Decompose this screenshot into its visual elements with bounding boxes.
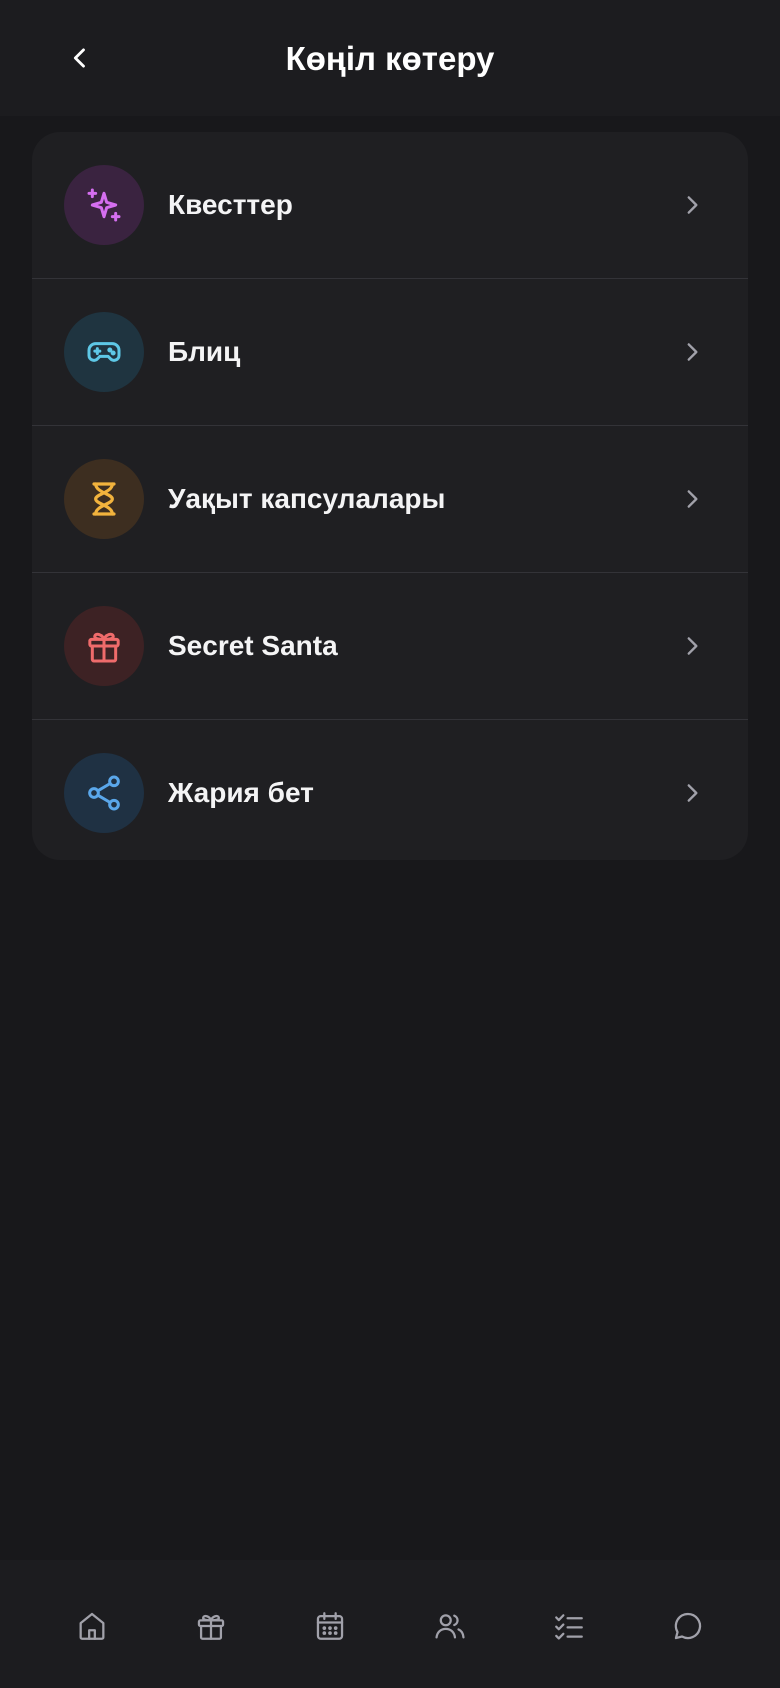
users-icon (435, 1614, 465, 1639)
chat-icon (675, 1612, 702, 1640)
chevron-right-icon (676, 483, 708, 515)
menu-item-time-capsules[interactable]: Уақыт капсулалары (32, 425, 748, 572)
bottom-tab-bar (0, 1560, 780, 1688)
tab-calendar[interactable] (298, 1594, 362, 1658)
calendar-icon (317, 1612, 344, 1640)
sparkles-icon (87, 188, 121, 222)
menu-item-label: Квесттер (168, 189, 293, 220)
icon-badge (64, 459, 144, 539)
screen: Көңіл көтеру Квесттер Блиц Уақыт капсула… (0, 0, 780, 1688)
menu-card: Квесттер Блиц Уақыт капсулалары Secret S… (32, 132, 748, 860)
icon-badge (64, 753, 144, 833)
tab-people[interactable] (418, 1594, 482, 1658)
chevron-right-icon (676, 336, 708, 368)
share-icon (88, 775, 120, 811)
menu-item-label: Жария бет (168, 777, 314, 808)
menu-item-public-page[interactable]: Жария бет (32, 719, 748, 860)
menu-item-label: Уақыт капсулалары (168, 483, 446, 514)
top-bar: Көңіл көтеру (0, 0, 780, 116)
tab-home[interactable] (60, 1594, 124, 1658)
menu-item-blitz[interactable]: Блиц (32, 278, 748, 425)
icon-badge (64, 312, 144, 392)
menu-item-label: Secret Santa (168, 630, 338, 661)
menu-item-label: Блиц (168, 336, 241, 367)
gamepad-icon (87, 342, 121, 362)
tab-chat[interactable] (656, 1594, 720, 1658)
menu-item-secret-santa[interactable]: Secret Santa (32, 572, 748, 719)
hourglass-icon (92, 482, 116, 516)
chevron-right-icon (676, 630, 708, 662)
gift-icon (197, 1614, 225, 1640)
page-title: Көңіл көтеру (285, 40, 495, 77)
chevron-right-icon (676, 189, 708, 221)
chevron-right-icon (676, 777, 708, 809)
menu-item-quests[interactable]: Квесттер (32, 132, 748, 278)
home-icon (79, 1612, 105, 1640)
gift-icon (88, 632, 120, 663)
tab-gifts[interactable] (179, 1594, 243, 1658)
icon-badge (64, 165, 144, 245)
icon-badge (64, 606, 144, 686)
tab-tasks[interactable] (537, 1594, 601, 1658)
checklist-icon (555, 1614, 583, 1640)
